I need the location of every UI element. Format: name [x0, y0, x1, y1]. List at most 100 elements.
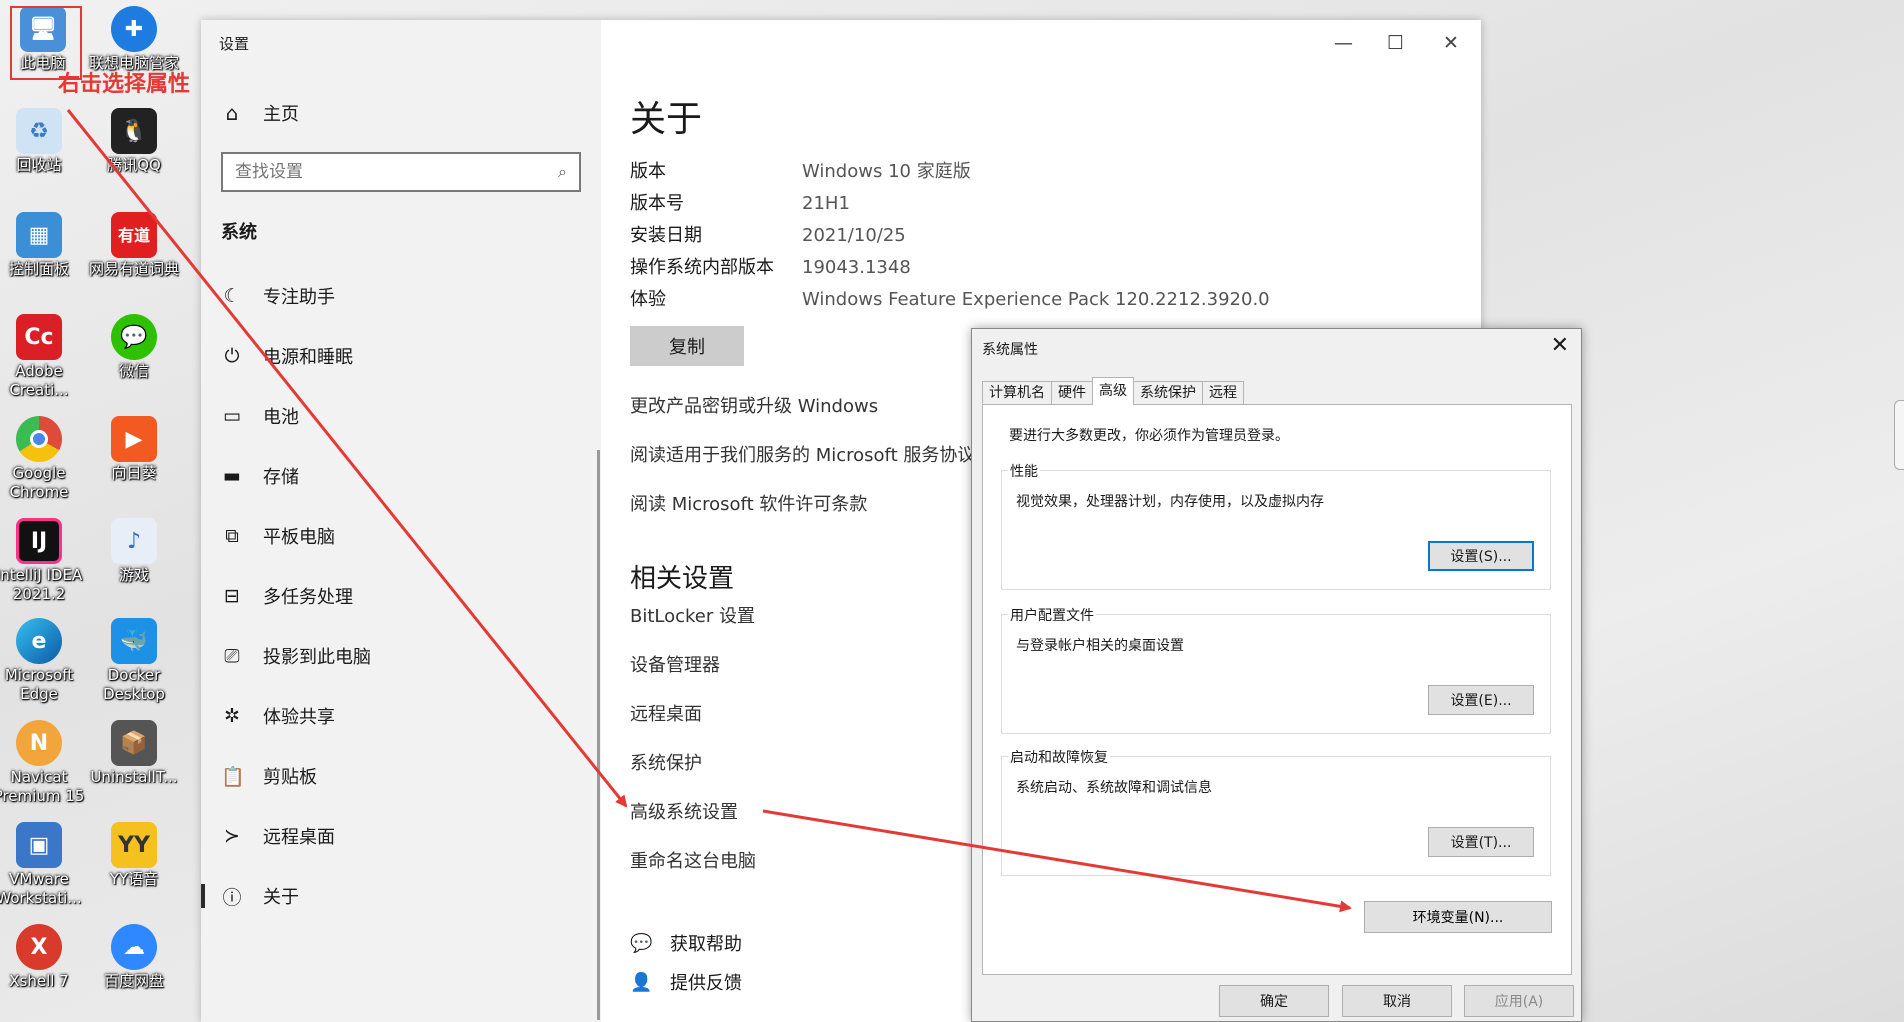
feedback-icon: 👤 — [630, 971, 653, 993]
spec-row-install-date: 安装日期 2021/10/25 — [630, 225, 906, 246]
give-feedback[interactable]: 👤 提供反馈 — [630, 969, 742, 995]
ok-button[interactable]: 确定 — [1219, 985, 1329, 1017]
lenovo-manager-icon: ✚ — [111, 6, 157, 52]
desktop-icon-control-panel[interactable]: ▦ 控制面板 — [0, 212, 85, 279]
nav-item-storage[interactable]: ▬ 存储 — [201, 446, 601, 506]
desktop-icon-intellij[interactable]: IJ IntelliJ IDEA 2021.2 — [0, 518, 85, 604]
intellij-icon: IJ — [16, 518, 62, 564]
clipboard-icon: 📋 — [221, 765, 245, 788]
chrome-icon — [16, 416, 62, 462]
link-license-terms[interactable]: 阅读 Microsoft 软件许可条款 — [630, 490, 867, 516]
project-icon: ⎚ — [224, 645, 240, 667]
link-change-product-key[interactable]: 更改产品密钥或升级 Windows — [630, 392, 878, 418]
apply-button[interactable]: 应用(A) — [1464, 985, 1574, 1017]
sunlogin-icon: ▶ — [111, 416, 157, 462]
desktop-icon-youdao[interactable]: 有道 网易有道词典 — [88, 212, 180, 279]
startup-recovery-settings-button[interactable]: 设置(T)... — [1428, 827, 1534, 857]
music-icon: ♪ — [111, 518, 157, 564]
desktop-icon-recycle-bin[interactable]: ♻ 回收站 — [0, 108, 85, 175]
uninstall-tool-icon: 📦 — [111, 720, 157, 766]
performance-settings-button[interactable]: 设置(S)... — [1428, 541, 1534, 571]
battery-icon: ▭ — [223, 405, 241, 427]
info-icon: ⓘ — [222, 886, 242, 909]
nav-item-clipboard[interactable]: 📋 剪贴板 — [201, 746, 601, 806]
nav-item-focus-assist[interactable]: ☾ 专注助手 — [201, 266, 601, 326]
tablet-icon: ⧉ — [225, 525, 239, 547]
link-advanced-system-settings[interactable]: 高级系统设置 — [630, 798, 738, 824]
tab-system-protection[interactable]: 系统保护 — [1133, 381, 1203, 405]
edge-icon: e — [16, 618, 62, 664]
nav-item-tablet[interactable]: ⧉ 平板电脑 — [201, 506, 601, 566]
storage-icon: ▬ — [223, 465, 241, 487]
nav-item-project[interactable]: ⎚ 投影到此电脑 — [201, 626, 601, 686]
tab-hardware[interactable]: 硬件 — [1051, 381, 1093, 405]
nav-scrollbar[interactable] — [597, 450, 600, 1020]
link-rename-pc[interactable]: 重命名这台电脑 — [630, 847, 756, 873]
spec-row-version: 版本号 21H1 — [630, 193, 850, 214]
desktop-icon-docker[interactable]: 🐳 Docker Desktop — [88, 618, 180, 704]
desktop-icon-uninstall-tool[interactable]: 📦 UninstallT... — [88, 720, 180, 787]
advanced-tab-panel: 要进行大多数更改，你必须作为管理员登录。 性能 视觉效果，处理器计划，内存使用，… — [982, 404, 1572, 975]
close-icon[interactable]: ✕ — [1443, 32, 1459, 54]
maximize-icon[interactable]: ☐ — [1387, 32, 1404, 54]
youdao-icon: 有道 — [111, 212, 157, 258]
nav-item-about[interactable]: ⓘ 关于 — [201, 866, 601, 926]
link-bitlocker[interactable]: BitLocker 设置 — [630, 602, 755, 628]
link-device-manager[interactable]: 设备管理器 — [630, 651, 720, 677]
nav-item-power-sleep[interactable]: ⏻ 电源和睡眠 — [201, 326, 601, 386]
wechat-icon: 💬 — [111, 314, 157, 360]
control-panel-icon: ▦ — [16, 212, 62, 258]
copy-button[interactable]: 复制 — [630, 326, 744, 366]
group-startup-recovery: 启动和故障恢复 系统启动、系统故障和调试信息 设置(T)... — [1001, 747, 1551, 876]
page-title: 关于 — [630, 99, 703, 140]
multitask-icon: ⊟ — [224, 585, 240, 607]
group-user-profiles: 用户配置文件 与登录帐户相关的桌面设置 设置(E)... — [1001, 605, 1551, 734]
docker-icon: 🐳 — [111, 618, 157, 664]
vmware-icon: ▣ — [16, 822, 62, 868]
search-input[interactable] — [235, 162, 535, 182]
link-remote-desktop[interactable]: 远程桌面 — [630, 700, 702, 726]
desktop-icon-edge[interactable]: e Microsoft Edge — [0, 618, 85, 704]
link-service-agreement[interactable]: 阅读适用于我们服务的 Microsoft 服务协议 — [630, 441, 975, 467]
desktop-icon-chrome[interactable]: Google Chrome — [0, 416, 85, 502]
tab-advanced[interactable]: 高级 — [1092, 377, 1134, 405]
desktop-icon-xshell[interactable]: X Xshell 7 — [0, 924, 85, 991]
desktop-icon-qq[interactable]: 🐧 腾讯QQ — [88, 108, 180, 175]
nav-item-battery[interactable]: ▭ 电池 — [201, 386, 601, 446]
desktop-icon-yy[interactable]: YY YY语音 — [88, 822, 180, 889]
power-icon: ⏻ — [224, 345, 240, 367]
side-handle[interactable] — [1894, 400, 1904, 470]
minimize-icon[interactable]: — — [1334, 32, 1353, 54]
tab-computer-name[interactable]: 计算机名 — [982, 381, 1052, 405]
get-help[interactable]: 💬 获取帮助 — [630, 930, 742, 956]
remote-desktop-icon: ≻ — [224, 825, 240, 847]
desktop-icon-sunlogin[interactable]: ▶ 向日葵 — [88, 416, 180, 483]
link-system-protection[interactable]: 系统保护 — [630, 749, 702, 775]
help-icon: 💬 — [630, 932, 653, 954]
spec-row-experience: 体验 Windows Feature Experience Pack 120.22… — [630, 289, 1270, 310]
search-box[interactable]: ⌕ — [221, 152, 581, 192]
dialog-close-icon[interactable]: ✕ — [1551, 333, 1569, 358]
desktop-icon-games[interactable]: ♪ 游戏 — [88, 518, 180, 585]
spec-row-edition: 版本 Windows 10 家庭版 — [630, 161, 971, 182]
desktop-icon-adobe-cc[interactable]: Cc Adobe Creati... — [0, 314, 85, 400]
nav-item-multitasking[interactable]: ⊟ 多任务处理 — [201, 566, 601, 626]
tab-remote[interactable]: 远程 — [1202, 381, 1244, 405]
share-icon: ✲ — [224, 705, 240, 727]
navicat-icon: N — [16, 720, 62, 766]
environment-variables-button[interactable]: 环境变量(N)... — [1364, 901, 1552, 933]
system-properties-dialog: 系统属性 ✕ 计算机名 硬件 高级 系统保护 远程 要进行大多数更改，你必须作为… — [971, 328, 1582, 1022]
user-profiles-settings-button[interactable]: 设置(E)... — [1428, 685, 1534, 715]
annotation-note: 右击选择属性 — [58, 72, 191, 97]
recycle-bin-icon: ♻ — [16, 108, 62, 154]
nav-home[interactable]: ⌂ 主页 — [221, 100, 299, 126]
cancel-button[interactable]: 取消 — [1342, 985, 1452, 1017]
search-icon: ⌕ — [558, 162, 567, 181]
desktop-icon-lenovo-manager[interactable]: ✚ 联想电脑管家 — [88, 6, 180, 73]
nav-item-shared-experiences[interactable]: ✲ 体验共享 — [201, 686, 601, 746]
desktop-icon-navicat[interactable]: N Navicat Premium 15 — [0, 720, 85, 806]
desktop-icon-vmware[interactable]: ▣ VMware Workstati... — [0, 822, 85, 908]
desktop-icon-wechat[interactable]: 💬 微信 — [88, 314, 180, 381]
desktop-icon-baidu-netdisk[interactable]: ☁ 百度网盘 — [88, 924, 180, 991]
nav-item-remote-desktop[interactable]: ≻ 远程桌面 — [201, 806, 601, 866]
